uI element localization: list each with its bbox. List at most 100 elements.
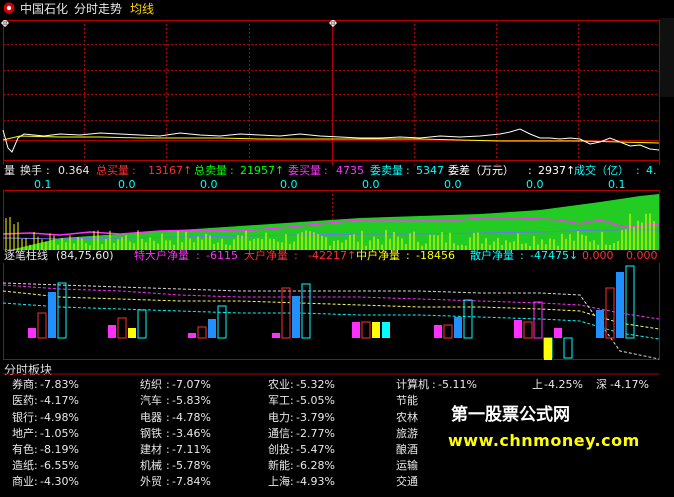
sector-name[interactable]: 造纸: [12, 459, 34, 472]
volume-chart[interactable]: [0, 190, 674, 250]
medium-label: 中户净量: [356, 249, 400, 262]
sector-name[interactable]: 军工: [268, 394, 290, 407]
sector-change: -5.05%: [296, 394, 335, 407]
sector-change: -4.17%: [40, 394, 79, 407]
flow-bar: [382, 322, 390, 338]
turnover-amount-label: 成交（亿）: [574, 164, 629, 177]
sector-change: -6.55%: [40, 459, 79, 472]
retail-value: -47475↓: [530, 249, 579, 262]
sector-name[interactable]: 上海: [268, 475, 290, 488]
sector-name[interactable]: 外贸: [140, 475, 162, 488]
sector-name[interactable]: 有色: [12, 443, 34, 456]
sector-name[interactable]: 钢铁: [140, 427, 162, 440]
flow-bar: [128, 328, 136, 338]
flow-bar: [117, 317, 127, 339]
sector-change: -7.84%: [172, 475, 211, 488]
ask-volume-value: 5347: [416, 164, 444, 177]
flow-title: 逐笔柱线: [4, 249, 48, 262]
sector-name[interactable]: 农业: [268, 378, 290, 391]
sector-change: -8.19%: [40, 443, 79, 456]
sector-name[interactable]: 创投: [268, 443, 290, 456]
flow-bar: [523, 321, 533, 339]
price-chart[interactable]: [0, 20, 674, 165]
flow-bar: [108, 325, 116, 338]
total-buy-value: 13167↑: [148, 164, 193, 177]
watermark-url: www.chnmoney.com: [448, 431, 640, 450]
sector-name[interactable]: 通信: [268, 427, 290, 440]
flow-bar: [37, 312, 47, 339]
bid-volume-label: 委买量: [288, 164, 321, 177]
index-name: 上: [532, 378, 543, 391]
sector-change: -4.78%: [172, 411, 211, 424]
ask-volume-label: 委卖量: [370, 164, 403, 177]
flow-bar: [188, 333, 196, 338]
flow-bar: [361, 321, 371, 339]
indicator-avg-line[interactable]: 均线: [130, 2, 154, 16]
sector-change: -4.93%: [296, 475, 335, 488]
super-large-value: -6115: [206, 249, 238, 262]
flow-bar: [197, 326, 207, 339]
tab-time-share[interactable]: 分时走势: [74, 2, 122, 16]
flow-bar: [514, 320, 522, 338]
flow-bar: [301, 283, 311, 339]
turnover-value: 0.364: [58, 164, 90, 177]
sector-name[interactable]: 电器: [140, 411, 162, 424]
order-flow-chart[interactable]: [0, 263, 674, 360]
sector-name[interactable]: 农林: [396, 411, 418, 424]
flow-params: (84,75,60): [56, 249, 114, 262]
flow-bar: [625, 265, 635, 339]
sector-name[interactable]: 汽车: [140, 394, 162, 407]
sector-name[interactable]: 建材: [140, 443, 162, 456]
watermark-title: 第一股票公式网: [451, 405, 570, 425]
sector-change: -4.98%: [40, 411, 79, 424]
flow-bar: [372, 322, 380, 338]
flow-bar: [443, 324, 453, 339]
sector-name[interactable]: 运输: [396, 459, 418, 472]
sector-name[interactable]: 交通: [396, 475, 418, 488]
sector-change: -7.83%: [40, 378, 79, 391]
sector-name[interactable]: 机械: [140, 459, 162, 472]
flow-bar: [463, 299, 473, 339]
sector-change: -3.79%: [296, 411, 335, 424]
medium-value: -18456: [416, 249, 455, 262]
sector-name[interactable]: 医药: [12, 394, 34, 407]
flow-line-white: [2, 282, 660, 360]
order-diff-label: 委差（万元）: [448, 164, 514, 177]
total-sell-label: 总卖量: [194, 164, 227, 177]
order-diff-value: 2937↑: [538, 164, 576, 177]
app-logo-icon: [3, 2, 15, 14]
sector-name[interactable]: 券商: [12, 378, 34, 391]
sector-name[interactable]: 电力: [268, 411, 290, 424]
flow-bar: [596, 310, 604, 338]
sector-name[interactable]: 商业: [12, 475, 34, 488]
flow-bar: [544, 338, 552, 360]
flow-bar: [208, 319, 216, 338]
flow-bar: [563, 337, 573, 359]
flow-bar: [57, 282, 67, 339]
sector-change: -5.83%: [172, 394, 211, 407]
crosshair-marker-icon: [1, 20, 337, 27]
sector-name[interactable]: 节能: [396, 394, 418, 407]
flow-bar: [616, 272, 624, 338]
sector-change: -6.28%: [296, 459, 335, 472]
title-bar: 中国石化 分时走势 均线: [0, 0, 674, 18]
index-change: -4.25%: [544, 378, 583, 391]
sector-name[interactable]: 旅游: [396, 427, 418, 440]
sector-change: -5.47%: [296, 443, 335, 456]
flow-bar: [48, 292, 56, 338]
flow-bar: [137, 309, 147, 339]
sector-name[interactable]: 纺织: [140, 378, 162, 391]
sector-name[interactable]: 地产: [12, 427, 34, 440]
flow-bar: [434, 325, 442, 338]
sector-name[interactable]: 新能: [268, 459, 290, 472]
volume-header: 量 换手 : 0.364 总买量 : 13167↑ 总卖量 : 21957↑ 委…: [4, 164, 657, 191]
flow-bar: [554, 328, 562, 338]
sector-name[interactable]: 计算机: [396, 378, 429, 391]
flow-line-magenta: [2, 284, 660, 320]
sector-change: -3.46%: [172, 427, 211, 440]
sector-name[interactable]: 银行: [12, 411, 34, 424]
sector-name[interactable]: 酿酒: [396, 443, 418, 456]
stock-name: 中国石化: [20, 2, 69, 16]
flow-header: 逐笔柱线 (84,75,60) 特大户净量 : -6115 大户净量 : -42…: [4, 249, 658, 262]
total-sell-value: 21957↑: [240, 164, 285, 177]
